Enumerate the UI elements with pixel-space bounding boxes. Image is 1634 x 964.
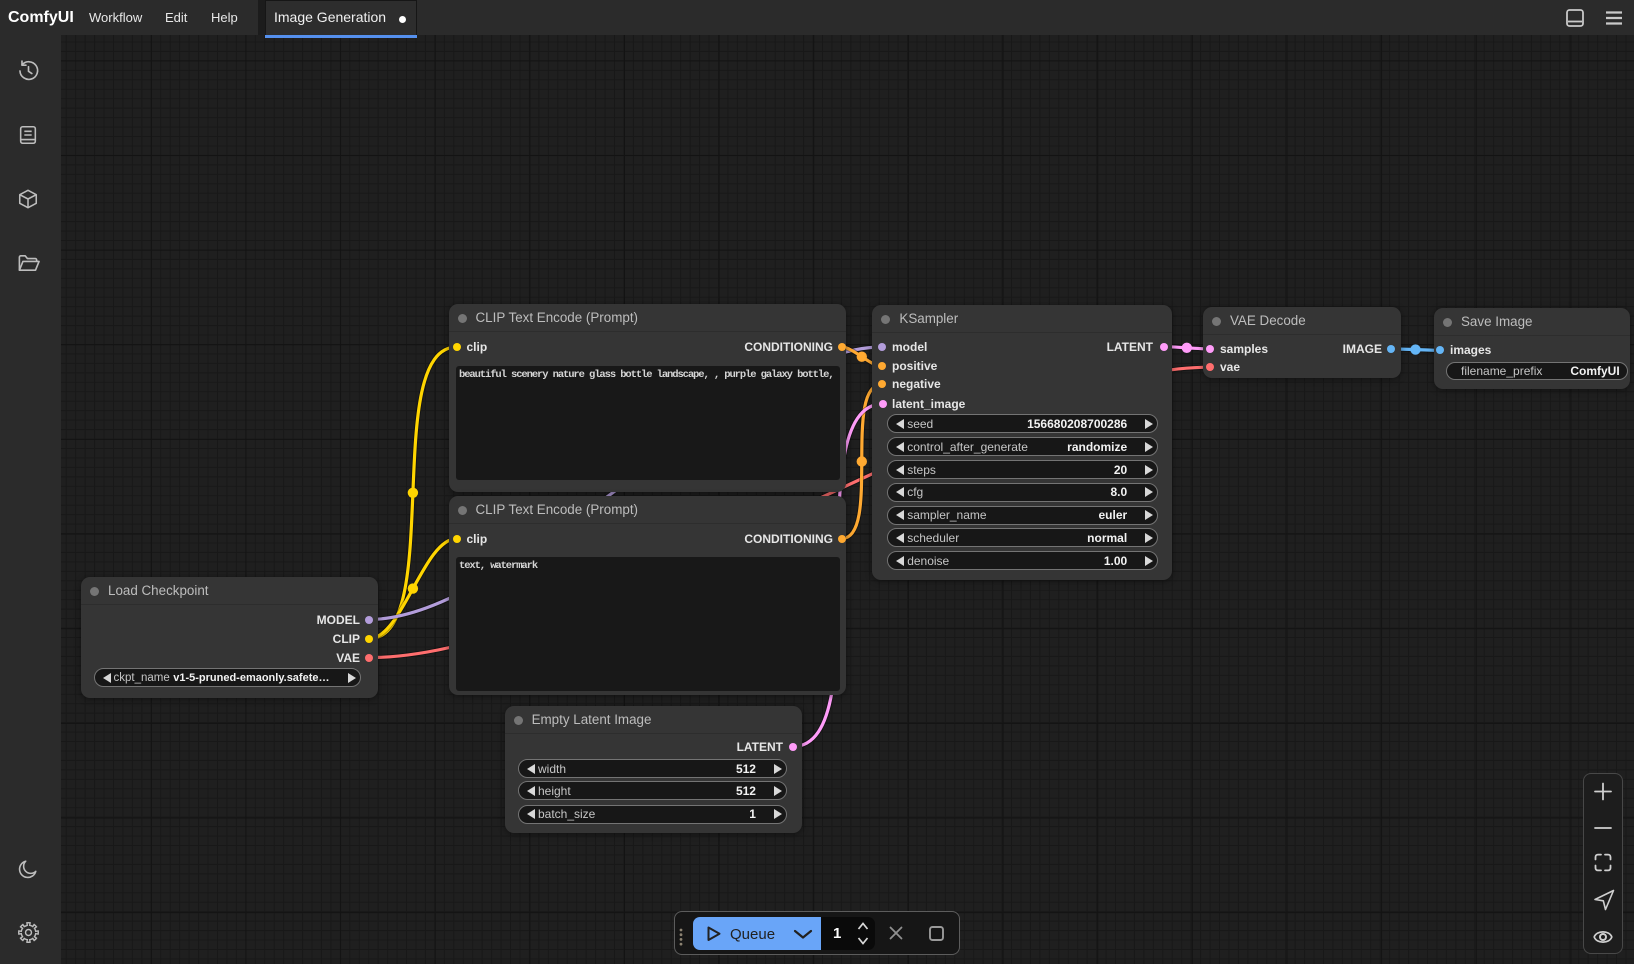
svg-text:Queue: Queue	[730, 926, 775, 943]
